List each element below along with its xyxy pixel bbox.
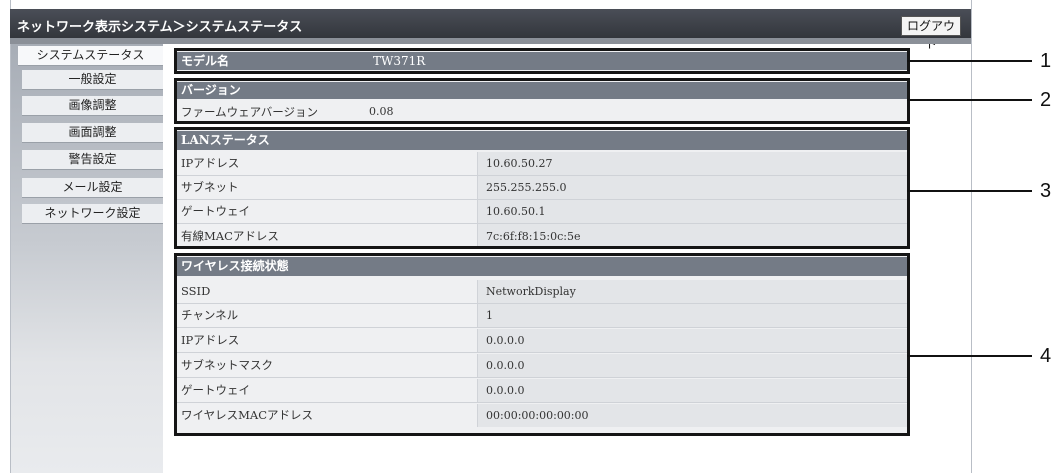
lan-ip-value: 10.60.50.27	[477, 152, 907, 175]
callout-4-line	[907, 355, 1032, 357]
callout-2-number: 2	[1040, 89, 1052, 111]
wireless-row-ssid: SSID NetworkDisplay	[177, 280, 907, 304]
version-panel: バージョン ファームウェアバージョン 0.08	[174, 78, 910, 124]
callout-1-line	[907, 60, 1032, 62]
lan-row-subnet: サブネット 255.255.255.0	[177, 176, 907, 200]
callout-1-number: 1	[1040, 50, 1052, 72]
sidebar-item-general-settings[interactable]: 一般設定	[22, 70, 163, 90]
lan-subnet-label: サブネット	[181, 180, 239, 194]
sidebar-item-warning-settings[interactable]: 警告設定	[22, 150, 163, 170]
wireless-gateway-value: 0.0.0.0	[477, 379, 907, 402]
firmware-version-label: ファームウェアバージョン	[181, 105, 318, 119]
wireless-row-gateway: ゲートウェイ 0.0.0.0	[177, 379, 907, 403]
wireless-subnet-label: サブネットマスク	[181, 358, 273, 372]
callout-3-line	[907, 190, 1032, 192]
model-name-panel: モデル名 TW371R	[174, 48, 910, 74]
wireless-ssid-label: SSID	[181, 284, 211, 298]
logout-button[interactable]: ログアウト	[901, 16, 961, 51]
callout-4-number: 4	[1040, 345, 1052, 367]
sidebar-item-image-adjust[interactable]: 画像調整	[22, 96, 163, 116]
wireless-status-header: ワイヤレス接続状態	[177, 257, 907, 276]
lan-subnet-value: 255.255.255.0	[477, 176, 907, 199]
wireless-status-panel: ワイヤレス接続状態 SSID NetworkDisplay チャンネル 1 IP…	[174, 253, 910, 436]
firmware-version-value: 0.08	[369, 105, 394, 118]
wireless-mac-label: ワイヤレスMACアドレス	[181, 408, 314, 422]
model-name-value: TW371R	[373, 54, 426, 68]
wireless-ssid-value: NetworkDisplay	[477, 280, 907, 303]
lan-row-mac: 有線MACアドレス 7c:6f:f8:15:0c:5e	[177, 224, 907, 246]
lan-row-ip: IPアドレス 10.60.50.27	[177, 152, 907, 176]
wireless-channel-value: 1	[477, 304, 907, 327]
sidebar-item-screen-adjust[interactable]: 画面調整	[22, 123, 163, 143]
model-name-row: モデル名 TW371R	[177, 52, 907, 70]
lan-gateway-value: 10.60.50.1	[477, 200, 907, 223]
callout-3-number: 3	[1040, 180, 1052, 202]
lan-row-gateway: ゲートウェイ 10.60.50.1	[177, 200, 907, 224]
wireless-row-ip: IPアドレス 0.0.0.0	[177, 329, 907, 353]
firmware-version-row: ファームウェアバージョン 0.08	[177, 100, 907, 121]
sidebar-item-mail-settings[interactable]: メール設定	[22, 178, 163, 198]
lan-gateway-label: ゲートウェイ	[181, 204, 250, 218]
wireless-gateway-label: ゲートウェイ	[181, 383, 250, 397]
lan-status-panel: LANステータス IPアドレス 10.60.50.27 サブネット 255.25…	[174, 127, 910, 249]
wireless-channel-label: チャンネル	[181, 308, 239, 322]
wireless-ip-label: IPアドレス	[181, 333, 240, 347]
callout-2-line	[907, 99, 1032, 101]
wireless-mac-value: 00:00:00:00:00:00	[477, 404, 907, 427]
breadcrumb: ネットワーク表示システム＞システムステータス	[17, 20, 303, 35]
wireless-row-mac: ワイヤレスMACアドレス 00:00:00:00:00:00	[177, 404, 907, 427]
lan-status-header: LANステータス	[177, 131, 907, 150]
lan-mac-value: 7c:6f:f8:15:0c:5e	[477, 224, 907, 246]
model-name-label: モデル名	[181, 54, 230, 68]
version-header: バージョン	[177, 82, 907, 99]
lan-mac-label: 有線MACアドレス	[181, 229, 279, 243]
sidebar-item-network-settings[interactable]: ネットワーク設定	[22, 204, 163, 224]
wireless-row-subnet: サブネットマスク 0.0.0.0	[177, 354, 907, 378]
wireless-ip-value: 0.0.0.0	[477, 329, 907, 352]
wireless-row-channel: チャンネル 1	[177, 304, 907, 328]
lan-ip-label: IPアドレス	[181, 156, 240, 170]
wireless-subnet-value: 0.0.0.0	[477, 354, 907, 377]
sidebar-item-system-status[interactable]: システムステータス	[18, 46, 163, 66]
